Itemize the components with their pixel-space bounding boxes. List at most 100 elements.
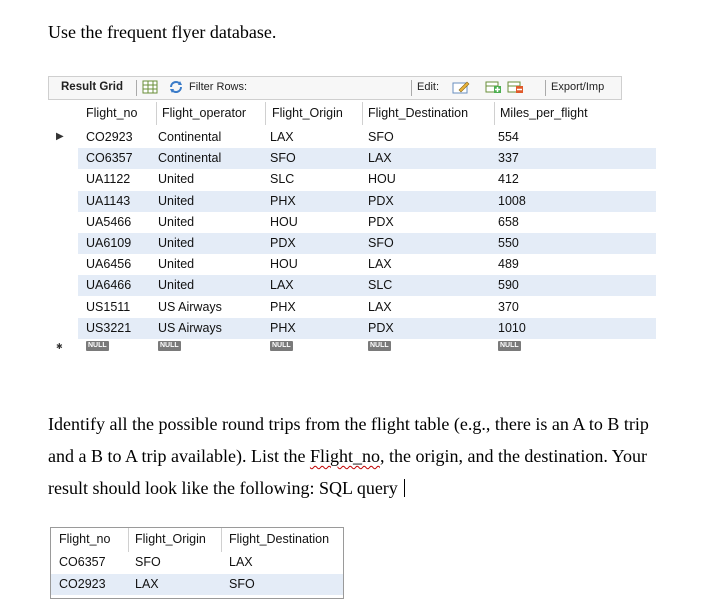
table-cell[interactable]: LAX bbox=[270, 130, 294, 144]
table-cell: CO2923 bbox=[59, 576, 106, 591]
toolbar-separator bbox=[545, 80, 546, 96]
toolbar-separator bbox=[136, 80, 137, 96]
table-cell[interactable]: SFO bbox=[368, 130, 394, 144]
intro-text: Use the frequent flyer database. bbox=[48, 22, 277, 42]
null-badge[interactable]: NULL bbox=[158, 341, 181, 351]
table-cell[interactable]: 370 bbox=[498, 300, 519, 314]
table-cell[interactable]: PDX bbox=[270, 236, 296, 250]
null-badge[interactable]: NULL bbox=[270, 341, 293, 351]
null-badge[interactable]: NULL bbox=[498, 341, 521, 351]
table-cell[interactable]: Continental bbox=[158, 130, 221, 144]
toolbar-separator bbox=[411, 80, 412, 96]
table-cell[interactable]: US1511 bbox=[86, 300, 130, 314]
filter-rows-label[interactable]: Filter Rows: bbox=[189, 81, 247, 93]
table-cell[interactable]: HOU bbox=[368, 172, 396, 186]
table-cell[interactable]: SFO bbox=[270, 151, 296, 165]
column-header[interactable]: Flight_Destination bbox=[368, 106, 468, 120]
table-cell[interactable]: 337 bbox=[498, 151, 519, 165]
table-cell[interactable]: UA6466 bbox=[86, 278, 131, 292]
table-cell[interactable]: 550 bbox=[498, 236, 519, 250]
table-cell: SFO bbox=[229, 576, 255, 591]
question-line: result should look like the following: S… bbox=[48, 472, 724, 504]
table-cell[interactable]: LAX bbox=[270, 278, 294, 292]
table-cell: LAX bbox=[229, 555, 253, 569]
table-cell[interactable]: HOU bbox=[270, 257, 298, 271]
table-row[interactable]: UA6456 United HOU LAX 489 bbox=[78, 254, 656, 275]
new-row-star-icon: ✱ bbox=[56, 342, 63, 351]
column-header[interactable]: Flight_operator bbox=[162, 106, 246, 120]
table-cell[interactable]: UA1143 bbox=[86, 194, 130, 208]
table-row[interactable]: UA1122 United SLC HOU 412 bbox=[78, 169, 656, 190]
table-cell[interactable]: LAX bbox=[368, 300, 392, 314]
table-cell[interactable]: UA5466 bbox=[86, 215, 131, 229]
table-cell[interactable]: LAX bbox=[368, 257, 392, 271]
table-cell: LAX bbox=[135, 576, 159, 591]
edit-label: Edit: bbox=[417, 81, 440, 93]
table-cell[interactable]: 412 bbox=[498, 172, 519, 186]
result-grid-tab[interactable]: Result Grid bbox=[61, 81, 123, 93]
table-cell[interactable]: UA6109 bbox=[86, 236, 131, 250]
expected-result-table: Flight_no Flight_Origin Flight_Destinati… bbox=[50, 527, 344, 599]
column-header: Flight_no bbox=[59, 532, 111, 546]
table-cell[interactable]: LAX bbox=[368, 151, 392, 165]
table-cell[interactable]: SLC bbox=[270, 172, 294, 186]
table-cell[interactable]: 590 bbox=[498, 278, 519, 292]
column-header[interactable]: Miles_per_flight bbox=[500, 106, 588, 120]
table-cell[interactable]: United bbox=[158, 194, 194, 208]
table-cell[interactable]: 554 bbox=[498, 130, 519, 144]
table-cell[interactable]: CO6357 bbox=[86, 151, 133, 165]
table-cell: SFO bbox=[135, 555, 161, 569]
table-cell[interactable]: SLC bbox=[368, 278, 392, 292]
question-line: and a B to A trip available). List the F… bbox=[48, 446, 647, 466]
table-row[interactable]: CO6357 Continental SFO LAX 337 bbox=[78, 148, 656, 170]
table-cell[interactable]: US3221 bbox=[86, 321, 131, 335]
table-row[interactable]: US1511 US Airways PHX LAX 370 bbox=[78, 297, 656, 318]
column-header[interactable]: Flight_Origin bbox=[272, 106, 343, 120]
grid-view-icon[interactable] bbox=[142, 80, 158, 94]
column-header[interactable]: Flight_no bbox=[86, 106, 137, 120]
table-cell[interactable]: 489 bbox=[498, 257, 519, 271]
table-cell[interactable]: SFO bbox=[368, 236, 394, 250]
table-row[interactable]: UA6466 United LAX SLC 590 bbox=[78, 275, 656, 297]
table-cell[interactable]: PDX bbox=[368, 194, 394, 208]
table-cell[interactable]: HOU bbox=[270, 215, 298, 229]
table-cell[interactable]: UA1122 bbox=[86, 172, 130, 186]
table-cell[interactable]: US Airways bbox=[158, 321, 222, 335]
table-row[interactable]: US3221 US Airways PHX PDX 1010 bbox=[78, 317, 656, 339]
table-row[interactable]: CO2923 Continental LAX SFO 554 bbox=[78, 127, 656, 148]
table-cell[interactable]: Continental bbox=[158, 151, 221, 165]
current-row-marker-icon: ▶ bbox=[56, 131, 64, 142]
add-row-icon[interactable] bbox=[485, 80, 501, 94]
column-header: Flight_Destination bbox=[229, 532, 330, 546]
table-cell[interactable]: United bbox=[158, 172, 194, 186]
table-cell[interactable]: PHX bbox=[270, 194, 296, 208]
new-row-placeholder[interactable]: NULL NULL NULL NULL NULL bbox=[78, 339, 656, 360]
export-import-label[interactable]: Export/Imp bbox=[551, 81, 604, 93]
table-cell[interactable]: United bbox=[158, 278, 194, 292]
table-cell[interactable]: United bbox=[158, 257, 194, 271]
spellcheck-flagged-word: Flight_no bbox=[309, 446, 380, 466]
table-row[interactable]: UA5466 United HOU PDX 658 bbox=[78, 212, 656, 233]
table-cell[interactable]: PDX bbox=[368, 215, 394, 229]
delete-row-icon[interactable] bbox=[507, 80, 523, 94]
table-cell[interactable]: US Airways bbox=[158, 300, 222, 314]
table-row[interactable]: UA6109 United PDX SFO 550 bbox=[78, 233, 656, 254]
table-cell[interactable]: PHX bbox=[270, 300, 296, 314]
table-cell[interactable]: United bbox=[158, 215, 194, 229]
table-cell[interactable]: 1010 bbox=[498, 321, 526, 335]
table-cell[interactable]: PDX bbox=[368, 321, 394, 335]
refresh-filter-icon[interactable] bbox=[168, 80, 184, 94]
null-badge[interactable]: NULL bbox=[86, 341, 109, 351]
question-paragraph: Identify all the possible round trips fr… bbox=[48, 408, 724, 504]
table-cell[interactable]: PHX bbox=[270, 321, 296, 335]
edit-pencil-icon[interactable] bbox=[452, 80, 470, 94]
table-cell[interactable]: 658 bbox=[498, 215, 519, 229]
grid-header-row: Flight_no Flight_operator Flight_Origin … bbox=[80, 102, 655, 125]
table-row[interactable]: UA1143 United PHX PDX 1008 bbox=[78, 190, 656, 212]
null-badge[interactable]: NULL bbox=[368, 341, 391, 351]
text-cursor bbox=[403, 479, 405, 497]
table-cell[interactable]: 1008 bbox=[498, 194, 526, 208]
table-cell[interactable]: UA6456 bbox=[86, 257, 131, 271]
table-cell[interactable]: United bbox=[158, 236, 194, 250]
table-cell[interactable]: CO2923 bbox=[86, 130, 133, 144]
